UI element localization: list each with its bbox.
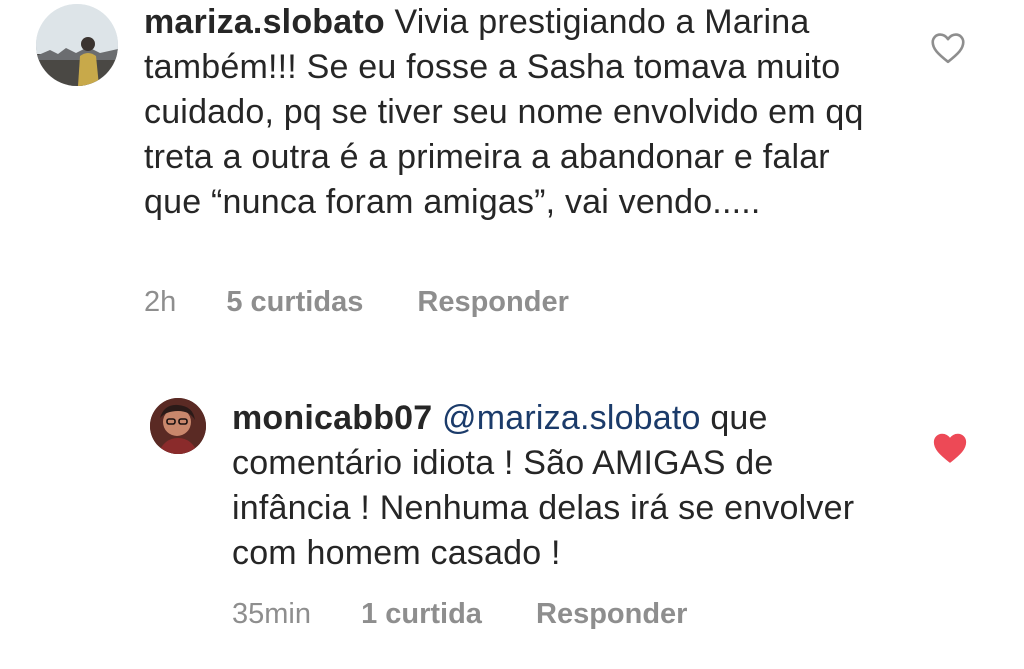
reply-text-block: monicabb07 @mariza.slobato que comentári… xyxy=(232,396,872,576)
heart-filled-icon[interactable] xyxy=(932,432,968,464)
reply-username[interactable]: monicabb07 xyxy=(232,399,432,437)
reply-meta: 35min 1 curtida Responder xyxy=(232,598,687,631)
comment-item: mariza.slobato Vivia prestigiando a Mari… xyxy=(36,0,1024,330)
avatar-image xyxy=(150,398,206,454)
reply-button[interactable]: Responder xyxy=(536,598,687,631)
reply-timestamp: 35min xyxy=(232,598,311,630)
avatar[interactable] xyxy=(36,4,118,86)
avatar-image xyxy=(36,4,118,86)
comment-text-block: mariza.slobato Vivia prestigiando a Mari… xyxy=(144,0,864,225)
reply-like-count[interactable]: 1 curtida xyxy=(361,598,482,631)
comment-meta: 2h 5 curtidas Responder xyxy=(144,286,569,319)
comment-username[interactable]: mariza.slobato xyxy=(144,3,385,41)
reply-mention-link[interactable]: @mariza.slobato xyxy=(442,399,701,437)
comment-like-count[interactable]: 5 curtidas xyxy=(226,286,363,319)
avatar[interactable] xyxy=(150,398,206,454)
reply-button[interactable]: Responder xyxy=(417,286,568,319)
heart-outline-icon[interactable] xyxy=(930,32,966,64)
comment-timestamp: 2h xyxy=(144,286,177,318)
